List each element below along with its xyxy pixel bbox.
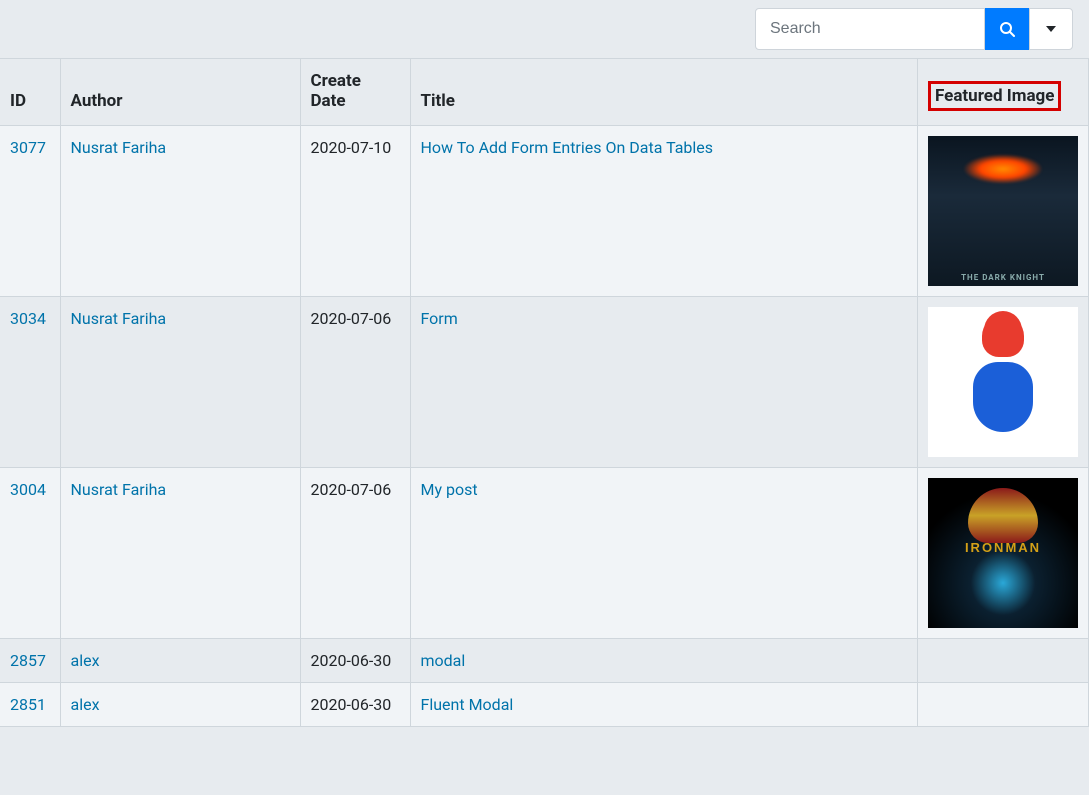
- row-featured-image-cell: [918, 297, 1089, 468]
- row-create-date: 2020-07-06: [300, 297, 410, 468]
- row-author-link[interactable]: Nusrat Fariha: [71, 309, 167, 328]
- search-group: [755, 8, 1073, 50]
- row-title-link[interactable]: How To Add Form Entries On Data Tables: [421, 138, 714, 157]
- table-row: 2851 alex 2020-06-30 Fluent Modal: [0, 683, 1089, 727]
- row-id-link[interactable]: 2851: [10, 695, 46, 714]
- search-button[interactable]: [985, 8, 1029, 50]
- row-create-date: 2020-07-06: [300, 468, 410, 639]
- column-header-author[interactable]: Author: [60, 59, 300, 126]
- row-id-link[interactable]: 3077: [10, 138, 46, 157]
- row-title-link[interactable]: modal: [421, 651, 466, 670]
- table-row: 2857 alex 2020-06-30 modal: [0, 639, 1089, 683]
- table-row: 3004 Nusrat Fariha 2020-07-06 My post: [0, 468, 1089, 639]
- row-title-link[interactable]: Form: [421, 309, 458, 328]
- row-featured-image-cell: [918, 126, 1089, 297]
- row-author-link[interactable]: alex: [71, 651, 100, 670]
- row-id-link[interactable]: 3004: [10, 480, 46, 499]
- table-header-row: ID Author Create Date Title Featured Ima…: [0, 59, 1089, 126]
- row-featured-image-cell: [918, 683, 1089, 727]
- row-author-link[interactable]: Nusrat Fariha: [71, 138, 167, 157]
- table-row: 3034 Nusrat Fariha 2020-07-06 Form: [0, 297, 1089, 468]
- search-input[interactable]: [755, 8, 985, 50]
- row-id-link[interactable]: 2857: [10, 651, 46, 670]
- column-header-featured-image[interactable]: Featured Image: [918, 59, 1089, 126]
- column-header-title[interactable]: Title: [410, 59, 918, 126]
- column-header-create-date[interactable]: Create Date: [300, 59, 410, 126]
- row-create-date: 2020-06-30: [300, 683, 410, 727]
- row-title-link[interactable]: My post: [421, 480, 478, 499]
- column-header-id[interactable]: ID: [0, 59, 60, 126]
- featured-image-thumbnail[interactable]: [928, 307, 1078, 457]
- highlighted-header: Featured Image: [928, 81, 1061, 111]
- row-featured-image-cell: [918, 639, 1089, 683]
- row-author-link[interactable]: Nusrat Fariha: [71, 480, 167, 499]
- row-create-date: 2020-07-10: [300, 126, 410, 297]
- search-icon: [999, 21, 1015, 37]
- table-row: 3077 Nusrat Fariha 2020-07-10 How To Add Fo…: [0, 126, 1089, 297]
- featured-image-thumbnail[interactable]: [928, 478, 1078, 628]
- caret-down-icon: [1046, 26, 1056, 32]
- data-table: ID Author Create Date Title Featured Ima…: [0, 58, 1089, 727]
- row-create-date: 2020-06-30: [300, 639, 410, 683]
- dropdown-toggle-button[interactable]: [1029, 8, 1073, 50]
- row-id-link[interactable]: 3034: [10, 309, 46, 328]
- row-author-link[interactable]: alex: [71, 695, 100, 714]
- row-title-link[interactable]: Fluent Modal: [421, 695, 514, 714]
- row-featured-image-cell: [918, 468, 1089, 639]
- featured-image-thumbnail[interactable]: [928, 136, 1078, 286]
- toolbar: [0, 0, 1089, 58]
